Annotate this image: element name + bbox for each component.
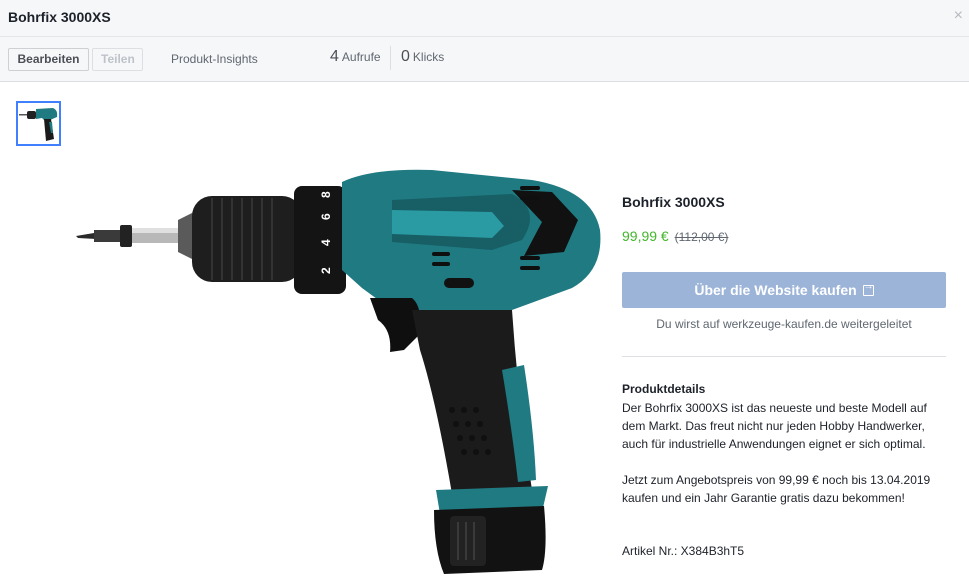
chuck-number: 8 xyxy=(319,191,333,198)
product-price: 99,99 € (112,00 €) xyxy=(622,228,728,244)
product-thumbnail[interactable] xyxy=(16,101,61,146)
views-stat: 4 Aufrufe xyxy=(330,48,381,66)
stat-divider xyxy=(390,46,391,70)
drill-bit xyxy=(76,212,194,260)
clicks-count: 0 xyxy=(401,48,410,65)
details-heading: Produktdetails xyxy=(622,382,706,396)
product-insights-link[interactable]: Produkt-Insights xyxy=(171,52,258,66)
buy-button-label: Über die Website kaufen xyxy=(694,282,857,298)
product-image: 8 6 4 2 xyxy=(76,169,601,574)
close-icon[interactable]: × xyxy=(954,7,963,25)
edit-button[interactable]: Bearbeiten xyxy=(8,48,89,71)
old-price: (112,00 €) xyxy=(674,230,729,244)
chuck-number: 4 xyxy=(319,239,333,246)
drill-thumbnail-icon xyxy=(19,108,58,141)
chuck-number: 2 xyxy=(319,267,333,274)
details-divider xyxy=(622,356,946,357)
buy-on-website-button[interactable]: Über die Website kaufen xyxy=(622,272,946,308)
details-paragraph: Der Bohrfix 3000XS ist das neueste und b… xyxy=(622,401,927,451)
toolbar: Bearbeiten Teilen Produkt-Insights 4 Aufr… xyxy=(0,37,969,82)
clicks-stat: 0 Klicks xyxy=(401,48,444,66)
product-name: Bohrfix 3000XS xyxy=(622,194,725,210)
drill-chuck: 8 6 4 2 xyxy=(192,186,346,294)
redirect-note: Du wirst auf werkzeuge-kaufen.de weiterg… xyxy=(656,317,912,331)
external-link-icon xyxy=(862,281,874,296)
details-paragraph: Jetzt zum Angebotspreis von 99,99 € noch… xyxy=(622,473,931,505)
drill-body xyxy=(342,169,601,574)
current-price: 99,99 € xyxy=(622,228,669,244)
dialog-title: Bohrfix 3000XS xyxy=(8,9,111,25)
views-label: Aufrufe xyxy=(341,50,381,64)
share-button[interactable]: Teilen xyxy=(92,48,143,71)
chuck-number: 6 xyxy=(319,213,333,220)
clicks-label: Klicks xyxy=(412,50,445,64)
article-number: Artikel Nr.: X384B3hT5 xyxy=(622,544,745,558)
views-count: 4 xyxy=(330,48,339,65)
dialog-header: Bohrfix 3000XS × xyxy=(0,0,969,37)
